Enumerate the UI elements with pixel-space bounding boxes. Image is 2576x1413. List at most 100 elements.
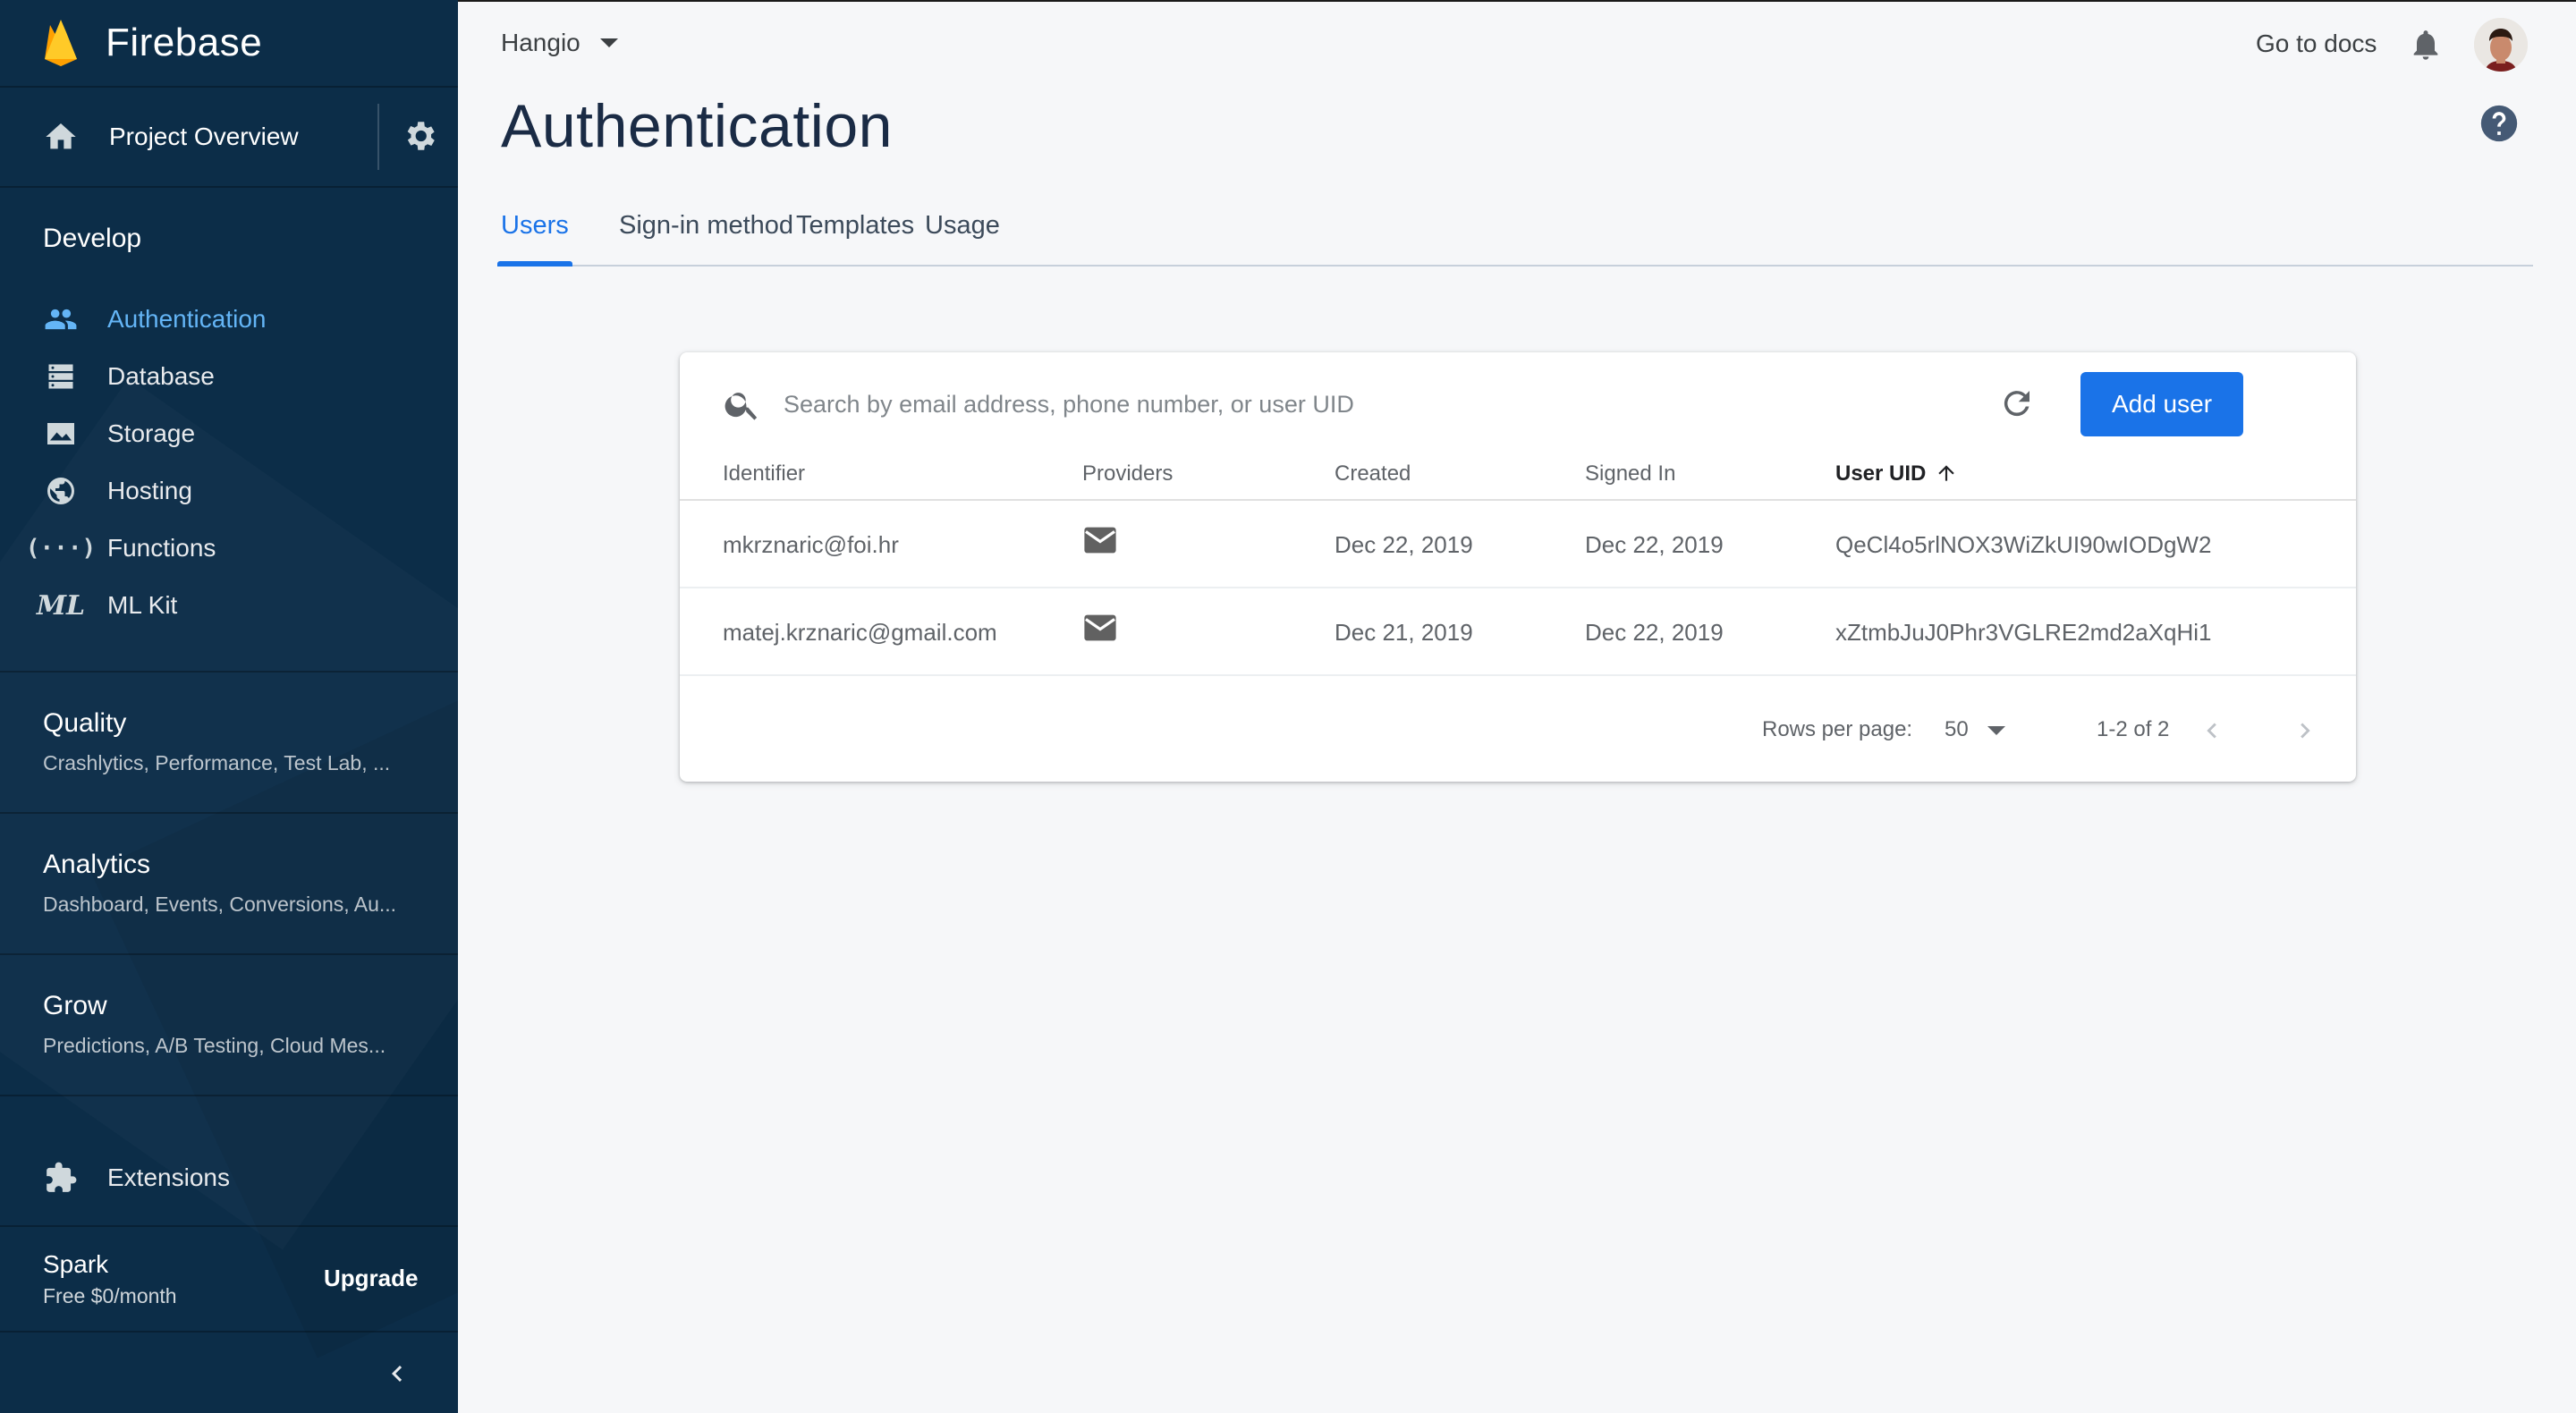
home-icon — [46, 123, 76, 149]
functions-icon: (···) — [25, 535, 97, 562]
column-header-providers: Providers — [1082, 461, 1174, 486]
project-overview-label: Project Overview — [109, 123, 299, 150]
category-subtitle: Crashlytics, Performance, Test Lab, ... — [43, 751, 391, 774]
tab-sign-in-method[interactable]: Sign-in method — [619, 211, 793, 241]
main-content: Hangio Go to docs Authentication Users S… — [458, 0, 2576, 1413]
sidebar-item-ml-kit[interactable]: ML ML Kit — [0, 578, 458, 633]
brand-name: Firebase — [106, 21, 263, 64]
category-subtitle: Dashboard, Events, Conversions, Au... — [43, 893, 397, 916]
divider — [0, 1095, 458, 1096]
refresh-icon[interactable] — [1998, 385, 2036, 422]
table-row[interactable]: matej.krznaric@gmail.com Dec 21, 2019 De… — [680, 590, 2356, 676]
rows-per-page-select[interactable]: 50 — [1945, 717, 1969, 742]
table-header: Identifier Providers Created Signed In U… — [680, 453, 2356, 501]
category-title: Analytics — [43, 850, 151, 879]
column-header-user-uid[interactable]: User UID — [1835, 461, 1958, 487]
search-input[interactable] — [784, 379, 1678, 429]
chevron-left-icon[interactable] — [2197, 715, 2227, 746]
firebase-logo-icon — [45, 20, 77, 66]
table-row[interactable]: mkrznaric@foi.hr Dec 22, 2019 Dec 22, 20… — [680, 503, 2356, 588]
divider — [0, 186, 458, 188]
search-icon — [724, 393, 758, 420]
sidebar-item-label: Extensions — [107, 1163, 230, 1191]
column-header-signed-in[interactable]: Signed In — [1585, 461, 1675, 487]
upgrade-button[interactable]: Upgrade — [324, 1265, 418, 1292]
sort-arrow-up-icon — [1938, 464, 1955, 481]
caret-down-icon[interactable] — [1987, 726, 2005, 735]
sidebar-item-storage[interactable]: Storage — [0, 406, 458, 461]
plan-name: Spark — [43, 1250, 109, 1278]
storage-icon — [43, 416, 79, 452]
cell-user-uid: xZtmbJuJ0Phr3VGLRE2md2aXqHi1 — [1835, 619, 2212, 646]
help-icon[interactable] — [2479, 104, 2519, 143]
category-title: Grow — [43, 991, 107, 1020]
users-card: Add user Identifier Providers Created Si… — [680, 352, 2356, 782]
tab-usage[interactable]: Usage — [925, 211, 1000, 241]
column-header-label: User UID — [1835, 461, 1927, 486]
tab-templates[interactable]: Templates — [796, 211, 914, 241]
sidebar-item-label: Hosting — [107, 477, 192, 504]
sidebar-item-functions[interactable]: (···) Functions — [0, 520, 458, 576]
sidebar-category-quality[interactable]: Quality Crashlytics, Performance, Test L… — [43, 708, 390, 775]
cell-signed-in: Dec 22, 2019 — [1585, 531, 1724, 558]
project-name: Hangio — [501, 29, 580, 56]
divider — [0, 1331, 458, 1333]
cell-created: Dec 22, 2019 — [1335, 531, 1473, 558]
sidebar-item-database[interactable]: Database — [0, 349, 458, 404]
cell-identifier: matej.krznaric@gmail.com — [723, 619, 997, 646]
extensions-icon — [43, 1160, 79, 1196]
sidebar-item-label: Database — [107, 362, 215, 390]
avatar[interactable] — [2474, 18, 2528, 72]
mlkit-icon: ML — [36, 589, 86, 622]
project-selector[interactable]: Hangio — [501, 29, 618, 57]
sidebar-item-hosting[interactable]: Hosting — [0, 463, 458, 519]
go-to-docs-link[interactable]: Go to docs — [2256, 30, 2377, 58]
globe-icon — [43, 473, 79, 509]
divider — [377, 104, 379, 170]
category-subtitle: Predictions, A/B Testing, Cloud Mes... — [43, 1034, 386, 1057]
plan-price: Free $0/month — [43, 1284, 177, 1307]
sidebar-item-label: Storage — [107, 419, 196, 447]
active-tab-indicator — [497, 261, 572, 267]
develop-heading: Develop — [43, 224, 142, 253]
sidebar-category-grow[interactable]: Grow Predictions, A/B Testing, Cloud Mes… — [43, 991, 386, 1058]
avatar-image — [2474, 18, 2528, 72]
sidebar: Firebase Project Overview Develop Authen… — [0, 0, 458, 1413]
cell-signed-in: Dec 22, 2019 — [1585, 619, 1724, 646]
tab-bar: Users Sign-in method Templates Usage — [497, 199, 2533, 267]
category-title: Quality — [43, 708, 127, 738]
email-icon — [1084, 614, 1116, 641]
gear-icon[interactable] — [401, 117, 438, 155]
sidebar-category-analytics[interactable]: Analytics Dashboard, Events, Conversions… — [43, 850, 396, 917]
divider — [0, 812, 458, 814]
cell-user-uid: QeCl4o5rlNOX3WiZkUI90wIODgW2 — [1835, 531, 2212, 558]
sidebar-item-extensions[interactable]: Extensions — [0, 1150, 458, 1206]
cell-created: Dec 21, 2019 — [1335, 619, 1473, 646]
brand[interactable]: Firebase — [0, 0, 458, 86]
email-icon — [1084, 527, 1116, 554]
people-icon — [43, 301, 79, 337]
divider — [0, 671, 458, 673]
sidebar-item-authentication[interactable]: Authentication — [0, 292, 458, 347]
plan-info: Spark Free $0/month — [43, 1250, 177, 1308]
divider — [0, 1225, 458, 1227]
database-icon — [43, 359, 79, 394]
page-title: Authentication — [501, 92, 893, 160]
rows-per-page-label: Rows per page: — [1762, 717, 1913, 741]
project-overview-link[interactable]: Project Overview — [0, 88, 458, 186]
window-top-edge — [458, 0, 2576, 2]
caret-down-icon — [599, 38, 618, 47]
table-footer: Rows per page: 50 1-2 of 2 — [680, 680, 2356, 782]
sidebar-item-label: Authentication — [107, 305, 267, 333]
tab-users[interactable]: Users — [501, 211, 569, 241]
cell-identifier: mkrznaric@foi.hr — [723, 531, 899, 558]
add-user-button[interactable]: Add user — [2080, 372, 2243, 436]
bell-icon[interactable] — [2408, 25, 2444, 64]
divider — [0, 953, 458, 955]
sidebar-item-label: ML Kit — [107, 591, 178, 619]
column-header-created[interactable]: Created — [1335, 461, 1411, 487]
chevron-right-icon[interactable] — [2290, 715, 2320, 746]
sidebar-item-label: Functions — [107, 534, 216, 562]
column-header-identifier[interactable]: Identifier — [723, 461, 805, 487]
chevron-left-icon[interactable] — [381, 1358, 413, 1390]
